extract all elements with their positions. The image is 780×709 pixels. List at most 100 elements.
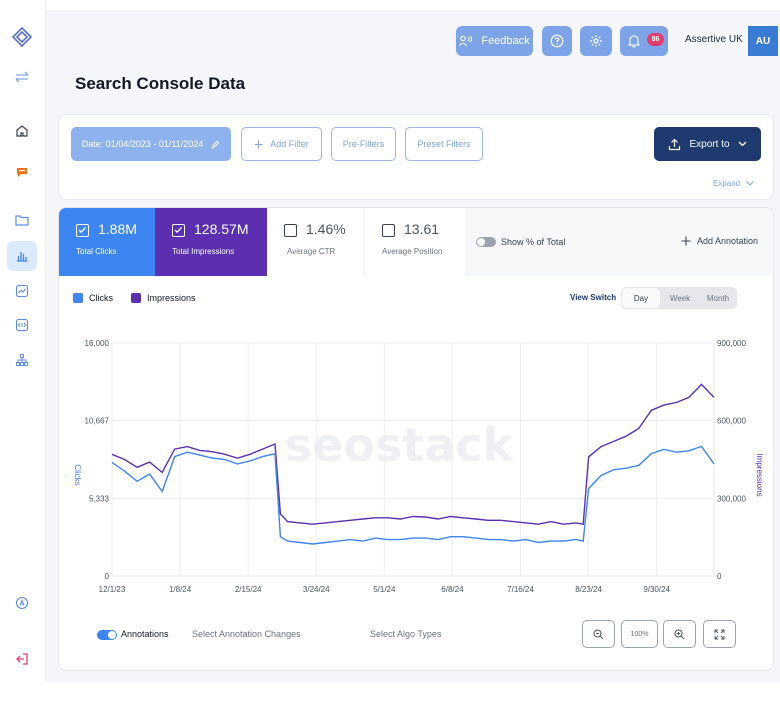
- metric-average-position[interactable]: 13.61 Average Position: [365, 208, 467, 276]
- legend-impressions[interactable]: Impressions: [131, 293, 196, 303]
- feedback-icon: [459, 35, 473, 47]
- fullscreen-button[interactable]: [703, 620, 736, 648]
- y-tick-label: 16,000: [85, 339, 110, 348]
- plus-icon: [681, 236, 691, 246]
- checkbox-unchecked-icon[interactable]: [382, 224, 395, 237]
- y-axis-label-impressions: Impressions: [755, 453, 764, 496]
- y-tick-label: 5,333: [89, 494, 110, 503]
- show-percent-label: Show % of Total: [501, 237, 566, 247]
- average-ctr-label: Average CTR: [287, 247, 336, 256]
- account-name[interactable]: Assertive UK: [685, 34, 743, 45]
- y2-tick-label: 600,000: [717, 417, 746, 426]
- expand-label: Expand: [713, 179, 741, 188]
- watermark-text: seostack: [285, 418, 515, 472]
- y-tick-label: 10,667: [85, 417, 110, 426]
- notifications-button[interactable]: 86: [620, 26, 668, 56]
- zoom-out-button[interactable]: [582, 620, 615, 648]
- view-option-month[interactable]: Month: [699, 287, 737, 309]
- checkbox-unchecked-icon[interactable]: [284, 224, 297, 237]
- bar-chart-icon[interactable]: [7, 241, 37, 271]
- metric-total-clicks[interactable]: 1.88M Total Clicks: [59, 208, 155, 276]
- x-tick-label: 5/1/24: [373, 585, 396, 594]
- preset-filters-button[interactable]: Preset Filters: [405, 127, 483, 161]
- expand-link[interactable]: Expand: [713, 179, 754, 188]
- view-option-day[interactable]: Day: [622, 288, 660, 308]
- view-switch: Day Week Month: [621, 287, 737, 309]
- chevron-down-icon: [738, 141, 746, 147]
- total-clicks-label: Total Clicks: [76, 247, 117, 256]
- hierarchy-icon[interactable]: [7, 345, 37, 375]
- folder-icon[interactable]: [7, 205, 37, 235]
- x-tick-label: 9/30/24: [643, 585, 670, 594]
- bell-icon: [628, 35, 640, 48]
- add-annotation-label: Add Annotation: [697, 236, 759, 246]
- legend-impressions-label: Impressions: [147, 293, 196, 303]
- x-tick-label: 1/8/24: [169, 585, 192, 594]
- expand-arrows-icon: [714, 629, 725, 639]
- view-option-week[interactable]: Week: [661, 287, 699, 309]
- total-impressions-label: Total Impressions: [172, 247, 235, 256]
- y-axis-right: 0 300,000 600,000 900,000: [717, 339, 746, 581]
- date-range-button[interactable]: Date: 01/04/2023 - 01/11/2024: [71, 127, 231, 161]
- zoom-out-icon: [593, 629, 604, 639]
- show-percent-toggle[interactable]: [476, 237, 496, 247]
- average-position-value: 13.61: [404, 221, 440, 237]
- pre-filters-button[interactable]: Pre-Filters: [331, 127, 396, 161]
- main-content: Feedback 86 Assertive UK AU Search Conso…: [46, 10, 780, 682]
- y-axis-left: 0 5,333 10,667 16,000: [85, 339, 110, 581]
- annotations-toggle[interactable]: [97, 630, 117, 640]
- x-tick-label: 8/23/24: [575, 585, 602, 594]
- date-range-label: Date: 01/04/2023 - 01/11/2024: [81, 139, 204, 149]
- settings-button[interactable]: [580, 26, 612, 56]
- avatar[interactable]: AU: [748, 26, 778, 56]
- notification-count-badge: 86: [647, 33, 664, 46]
- y-axis-label-clicks: Clicks: [73, 464, 82, 485]
- checkbox-checked-icon[interactable]: [76, 224, 89, 237]
- legend-clicks[interactable]: Clicks: [73, 293, 113, 303]
- logout-icon[interactable]: [7, 644, 37, 674]
- add-filter-button[interactable]: Add Filter: [241, 127, 322, 161]
- account-circle-icon[interactable]: [7, 588, 37, 618]
- total-clicks-value: 1.88M: [98, 221, 137, 237]
- collapse-arrows-icon[interactable]: [7, 62, 37, 92]
- chat-icon[interactable]: [7, 157, 37, 187]
- select-algo-types[interactable]: Select Algo Types: [370, 629, 441, 639]
- metric-average-ctr[interactable]: 1.46% Average CTR: [267, 208, 365, 276]
- x-tick-label: 6/8/24: [441, 585, 464, 594]
- checkbox-checked-icon[interactable]: [172, 224, 185, 237]
- average-ctr-value: 1.46%: [306, 221, 346, 237]
- zoom-reset-button[interactable]: 100%: [621, 620, 658, 648]
- help-button[interactable]: [542, 26, 572, 56]
- export-button[interactable]: Export to: [654, 127, 761, 161]
- view-switch-label: View Switch: [570, 293, 617, 302]
- feedback-button[interactable]: Feedback: [456, 26, 533, 56]
- x-tick-label: 12/1/23: [99, 585, 126, 594]
- chevron-down-icon: [746, 181, 754, 186]
- annotations-label: Annotations: [121, 629, 169, 639]
- pre-filters-label: Pre-Filters: [342, 139, 385, 149]
- zoom-in-icon: [674, 629, 685, 639]
- zoom-reset-label: 100%: [630, 630, 649, 638]
- y-tick-label: 0: [105, 572, 110, 581]
- x-tick-label: 2/15/24: [235, 585, 262, 594]
- sidebar: [0, 0, 46, 682]
- y2-tick-label: 300,000: [717, 494, 746, 503]
- edit-pencil-icon: [211, 140, 220, 149]
- filter-card: Date: 01/04/2023 - 01/11/2024 Add Filter…: [58, 114, 774, 200]
- home-icon[interactable]: [7, 116, 37, 146]
- x-tick-label: 7/16/24: [507, 585, 534, 594]
- total-impressions-value: 128.57M: [194, 221, 249, 237]
- zoom-in-button[interactable]: [663, 620, 696, 648]
- trend-chart-icon[interactable]: [7, 276, 37, 306]
- logo-icon[interactable]: [7, 22, 37, 52]
- chart-card: 1.88M Total Clicks 128.57M Total Impress…: [58, 207, 774, 671]
- legend-swatch-impressions: [131, 293, 141, 303]
- select-annotation-changes[interactable]: Select Annotation Changes: [192, 629, 301, 639]
- code-brackets-icon[interactable]: [7, 310, 37, 340]
- plus-icon: [254, 140, 263, 148]
- help-icon: [550, 34, 564, 48]
- line-chart[interactable]: seostack 0 5,333 10,667 16,000 0 300,000 600,…: [59, 333, 774, 613]
- add-annotation-button[interactable]: Add Annotation: [681, 236, 758, 246]
- metric-total-impressions[interactable]: 128.57M Total Impressions: [155, 208, 267, 276]
- add-filter-label: Add Filter: [270, 139, 309, 149]
